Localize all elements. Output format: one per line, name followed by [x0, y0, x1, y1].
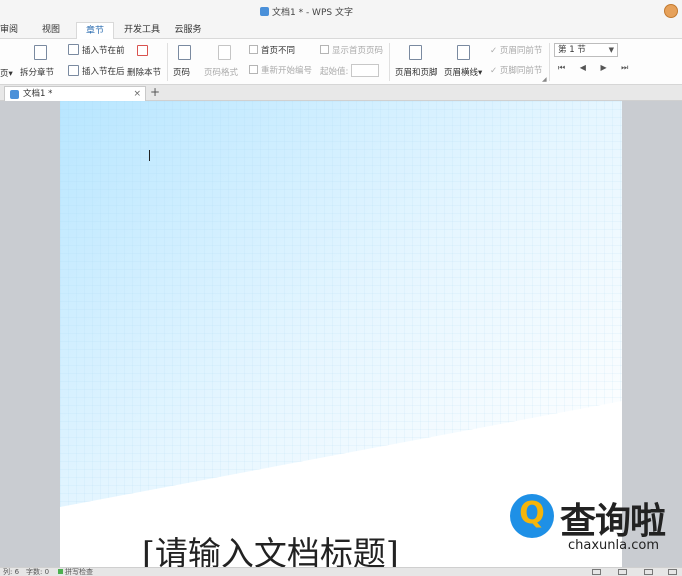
new-tab-button[interactable]: + — [150, 85, 160, 100]
title-bar: 文档1 * - WPS 文字 — [0, 0, 682, 22]
header-same-as-prev-button[interactable]: ✓ 页眉同前节 — [490, 44, 542, 56]
page-number-format-icon — [218, 45, 234, 61]
document-title-placeholder[interactable]: [请输入文档标题] — [142, 527, 399, 567]
outline-view-icon[interactable] — [668, 569, 677, 575]
document-tab[interactable]: 文档1 * × — [4, 86, 146, 101]
document-tab-label: 文档1 * — [23, 89, 53, 99]
status-word-count[interactable]: 字数: 0 — [26, 568, 49, 576]
restart-numbering-checkbox[interactable]: 重新开始编号 — [249, 64, 312, 76]
view-mode-icon[interactable] — [592, 569, 601, 575]
document-icon — [10, 90, 19, 99]
tab-view[interactable]: 视图 — [36, 22, 66, 39]
tab-section[interactable]: 章节 — [76, 22, 114, 39]
window-title: 文档1 * - WPS 文字 — [272, 8, 353, 18]
window-title-wrap: 文档1 * - WPS 文字 — [260, 5, 353, 18]
delete-section-button[interactable]: 删除本节 — [127, 66, 161, 78]
ribbon-separator — [167, 43, 168, 81]
insert-section-after-button[interactable]: 插入节在后 — [68, 65, 125, 77]
page-number-button[interactable]: 页码 — [173, 66, 190, 78]
status-spell-check[interactable]: 拼写检查 — [58, 568, 93, 576]
ribbon-tabs: 审阅 视图 章节 开发工具 云服务 — [0, 22, 682, 39]
user-avatar[interactable] — [664, 4, 678, 18]
header-line-button[interactable]: 页眉横线▾ — [444, 66, 482, 78]
footer-same-as-prev-button[interactable]: ✓ 页脚同前节 — [490, 64, 542, 76]
page-number-format-button[interactable]: 页码格式 — [204, 66, 238, 78]
ribbon-left-dropdown[interactable]: 页▾ — [0, 67, 13, 79]
chaxunla-watermark: Q 查询啦 chaxunla.com — [506, 488, 678, 560]
split-section-button[interactable]: 拆分章节 — [20, 66, 54, 78]
close-tab-button[interactable]: × — [133, 87, 141, 101]
spell-check-icon — [58, 569, 63, 574]
status-column: 列: 6 — [3, 568, 20, 576]
tab-developer[interactable]: 开发工具 — [120, 22, 164, 39]
status-bar: 列: 6 字数: 0 拼写检查 — [0, 567, 682, 576]
header-footer-button[interactable]: 页眉和页脚 — [395, 66, 438, 78]
tab-cloud[interactable]: 云服务 — [170, 22, 206, 39]
page-number-icon — [178, 45, 194, 61]
start-value-input[interactable] — [351, 64, 380, 77]
ribbon-separator — [549, 43, 550, 81]
diff-first-page-checkbox[interactable]: 首页不同 — [249, 44, 295, 56]
document-tab-bar: 文档1 * × + — [0, 85, 682, 101]
ribbon-toolbar: 页▾ 拆分章节 插入节在前 插入节在后 删除本节 页码 页码格式 首页不同 重新… — [0, 39, 682, 85]
watermark-brand-text: 查询啦 — [560, 501, 666, 542]
wps-doc-icon — [260, 7, 269, 16]
delete-section-icon — [137, 45, 151, 57]
ribbon-separator — [389, 43, 390, 81]
ribbon-group-expand-icon[interactable]: ◢ — [542, 76, 547, 83]
start-value-field: 起始值: — [320, 64, 380, 77]
watermark-url: chaxunla.com — [568, 538, 659, 553]
header-footer-icon — [409, 45, 425, 61]
insert-section-before-button[interactable]: 插入节在前 — [68, 44, 125, 56]
split-section-icon — [34, 45, 50, 61]
section-nav-buttons[interactable]: ⏮ ◀ ▶ ⏭ — [558, 63, 634, 73]
text-cursor — [149, 150, 150, 161]
tab-review[interactable]: 审阅 — [0, 22, 24, 39]
show-first-page-number-checkbox[interactable]: 显示首页页码 — [320, 44, 383, 56]
section-select[interactable]: 第 1 节 ▼ — [554, 43, 618, 57]
chevron-down-icon: ▼ — [608, 46, 614, 54]
logo-q-letter: Q — [519, 496, 545, 531]
web-view-icon[interactable] — [644, 569, 653, 575]
page-view-icon[interactable] — [618, 569, 627, 575]
header-line-icon — [457, 45, 473, 61]
